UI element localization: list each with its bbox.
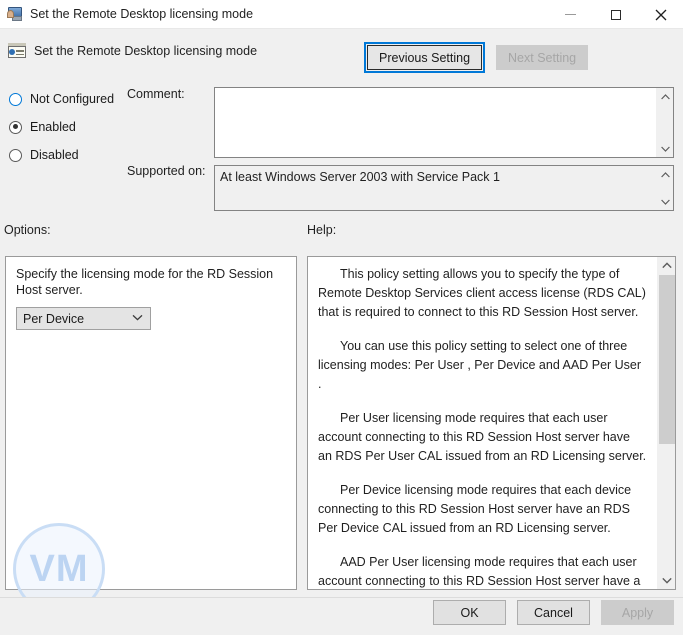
ok-button[interactable]: OK [433,600,506,625]
supported-on-label: Supported on: [127,164,206,178]
help-paragraph: This policy setting allows you to specif… [318,265,647,322]
supported-on-scrollbar[interactable] [656,166,673,210]
help-scrollbar[interactable] [657,257,675,589]
comment-value[interactable] [215,88,656,157]
help-scrollbar-thumb[interactable] [659,275,675,444]
help-label: Help: [307,223,336,237]
radio-not-configured[interactable]: Not Configured [9,85,129,113]
options-panel: Specify the licensing mode for the RD Se… [5,256,297,590]
help-paragraph: Per User licensing mode requires that ea… [318,409,647,466]
supported-on-value: At least Windows Server 2003 with Servic… [215,166,656,210]
chevron-down-icon[interactable] [657,140,673,157]
radio-not-configured-label: Not Configured [30,92,114,106]
help-text: This policy setting allows you to specif… [308,257,657,589]
radio-enabled-indicator[interactable] [9,121,22,134]
comment-label: Comment: [127,87,185,101]
help-paragraph: AAD Per User licensing mode requires tha… [318,553,647,589]
radio-enabled-label: Enabled [30,120,76,134]
setting-navigation: Previous Setting Next Setting [367,45,588,70]
chevron-up-icon[interactable] [657,88,673,105]
apply-button[interactable]: Apply [601,600,674,625]
chevron-up-icon[interactable] [657,166,673,183]
chevron-down-icon[interactable] [657,193,673,210]
help-paragraph: Per Device licensing mode requires that … [318,481,647,538]
radio-disabled-indicator[interactable] [9,149,22,162]
cancel-button[interactable]: Cancel [517,600,590,625]
licensing-mode-dropdown[interactable]: Per Device [16,307,151,330]
comment-textarea[interactable] [214,87,674,158]
dialog-buttons: OK Cancel Apply [433,600,674,625]
chevron-up-icon[interactable] [658,257,675,274]
close-icon[interactable] [638,0,683,29]
radio-enabled[interactable]: Enabled [9,113,129,141]
options-label: Options: [4,223,51,237]
chevron-down-icon [132,313,143,324]
previous-setting-button[interactable]: Previous Setting [367,45,482,70]
options-description: Specify the licensing mode for the RD Se… [16,266,286,298]
licensing-mode-value: Per Device [23,312,132,326]
supported-on-textbox: At least Windows Server 2003 with Servic… [214,165,674,211]
radio-disabled[interactable]: Disabled [9,141,129,169]
maximize-icon[interactable] [593,0,638,29]
policy-state-radio-group: Not Configured Enabled Disabled [9,85,129,169]
window-title: Set the Remote Desktop licensing mode [30,7,253,21]
radio-disabled-label: Disabled [30,148,79,162]
help-paragraph: You can use this policy setting to selec… [318,337,647,394]
remote-desktop-monitor-icon [7,6,23,22]
minimize-icon[interactable] [548,0,593,29]
next-setting-button[interactable]: Next Setting [496,45,588,70]
help-panel: This policy setting allows you to specif… [307,256,676,590]
group-policy-setting-icon [8,42,26,60]
setting-name: Set the Remote Desktop licensing mode [34,44,257,58]
chevron-down-icon[interactable] [658,572,675,589]
window-title-bar[interactable]: Set the Remote Desktop licensing mode [0,0,683,29]
window-controls [548,0,683,29]
radio-not-configured-indicator[interactable] [9,93,22,106]
comment-scrollbar[interactable] [656,88,673,157]
